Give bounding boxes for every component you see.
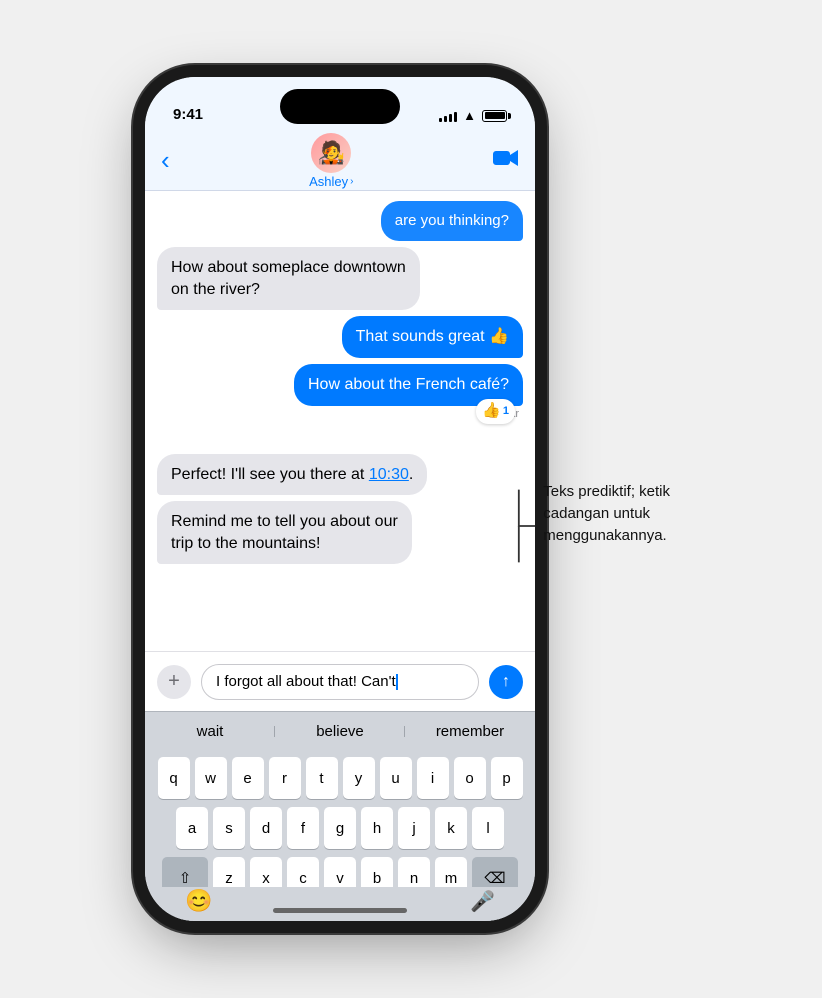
time-link[interactable]: 10:30 — [369, 466, 409, 483]
predictive-word-1[interactable]: wait — [145, 723, 275, 740]
contact-avatar: 🧑‍🎤 — [311, 133, 351, 173]
home-indicator — [273, 908, 407, 913]
key-e[interactable]: e — [232, 757, 264, 799]
message-bubble-received-3: Remind me to tell you about ourtrip to t… — [157, 501, 412, 564]
chevron-right-icon: › — [350, 176, 353, 187]
message-row-received-2: Perfect! I'll see you there at 10:30. — [157, 454, 523, 496]
back-button[interactable]: ‹ — [161, 145, 170, 176]
key-p[interactable]: p — [491, 757, 523, 799]
key-h[interactable]: h — [361, 807, 393, 849]
key-w[interactable]: w — [195, 757, 227, 799]
key-y[interactable]: y — [343, 757, 375, 799]
key-i[interactable]: i — [417, 757, 449, 799]
message-row-received-1: How about someplace downtownon the river… — [157, 247, 523, 310]
message-row-sent-cutoff: are you thinking? — [157, 201, 523, 241]
signal-icon — [439, 110, 457, 122]
side-annotation: Teks prediktif; ketikcadangan untukmengg… — [517, 481, 670, 571]
message-row-sent-1: That sounds great 👍 — [157, 316, 523, 358]
emoji-button[interactable]: 😊 — [185, 888, 212, 914]
input-bar: + I forgot all about that! Can't ↑ — [145, 651, 535, 711]
key-d[interactable]: d — [250, 807, 282, 849]
predictive-word-3[interactable]: remember — [405, 723, 535, 740]
battery-icon — [482, 110, 507, 122]
message-bubble-received-1: How about someplace downtownon the river… — [157, 247, 420, 310]
mic-button[interactable]: 🎤 — [470, 889, 495, 914]
wifi-icon: ▲ — [463, 108, 476, 123]
keyboard-row-1: q w e r t y u i o p — [149, 757, 531, 799]
predictive-text-bar: wait believe remember — [145, 711, 535, 751]
status-icons: ▲ — [439, 108, 507, 123]
key-j[interactable]: j — [398, 807, 430, 849]
send-button[interactable]: ↑ — [489, 665, 523, 699]
key-l[interactable]: l — [472, 807, 504, 849]
chat-area: are you thinking? How about someplace do… — [145, 191, 535, 651]
message-row-received-3: Remind me to tell you about ourtrip to t… — [157, 501, 523, 564]
video-call-button[interactable] — [493, 148, 519, 174]
key-q[interactable]: q — [158, 757, 190, 799]
annotation-text: Teks prediktif; ketikcadangan untukmengg… — [543, 481, 670, 546]
key-f[interactable]: f — [287, 807, 319, 849]
key-a[interactable]: a — [176, 807, 208, 849]
contact-info[interactable]: 🧑‍🎤 Ashley › — [309, 133, 353, 189]
annotation-bracket-icon — [517, 481, 537, 571]
cursor — [396, 674, 398, 690]
nav-bar: ‹ 🧑‍🎤 Ashley › — [145, 131, 535, 191]
key-g[interactable]: g — [324, 807, 356, 849]
key-o[interactable]: o — [454, 757, 486, 799]
keyboard-row-2: a s d f g h j k l — [149, 807, 531, 849]
input-text: I forgot all about that! Can't — [216, 673, 396, 690]
contact-name: Ashley › — [309, 174, 353, 189]
message-bubble-sent-1: That sounds great 👍 — [342, 316, 523, 358]
phone-frame: 9:41 ▲ ‹ 🧑‍🎤 Ashley — [145, 77, 535, 921]
tapback-reaction: 👍 — [482, 401, 501, 421]
key-k[interactable]: k — [435, 807, 467, 849]
bottom-bar: 😊 🎤 — [145, 887, 535, 921]
message-bubble-sent: are you thinking? — [381, 201, 523, 241]
predictive-word-2[interactable]: believe — [275, 723, 405, 740]
key-t[interactable]: t — [306, 757, 338, 799]
message-input[interactable]: I forgot all about that! Can't — [201, 664, 479, 700]
key-u[interactable]: u — [380, 757, 412, 799]
dynamic-island — [280, 89, 400, 124]
add-attachment-button[interactable]: + — [157, 665, 191, 699]
key-s[interactable]: s — [213, 807, 245, 849]
key-r[interactable]: r — [269, 757, 301, 799]
message-bubble-received-2: Perfect! I'll see you there at 10:30. — [157, 454, 427, 496]
message-row-sent-tapback: How about the French café? 👍 1 Dihantar — [157, 364, 523, 420]
message-bubble-sent-cafe: How about the French café? 👍 1 — [294, 364, 523, 406]
status-time: 9:41 — [173, 106, 203, 123]
